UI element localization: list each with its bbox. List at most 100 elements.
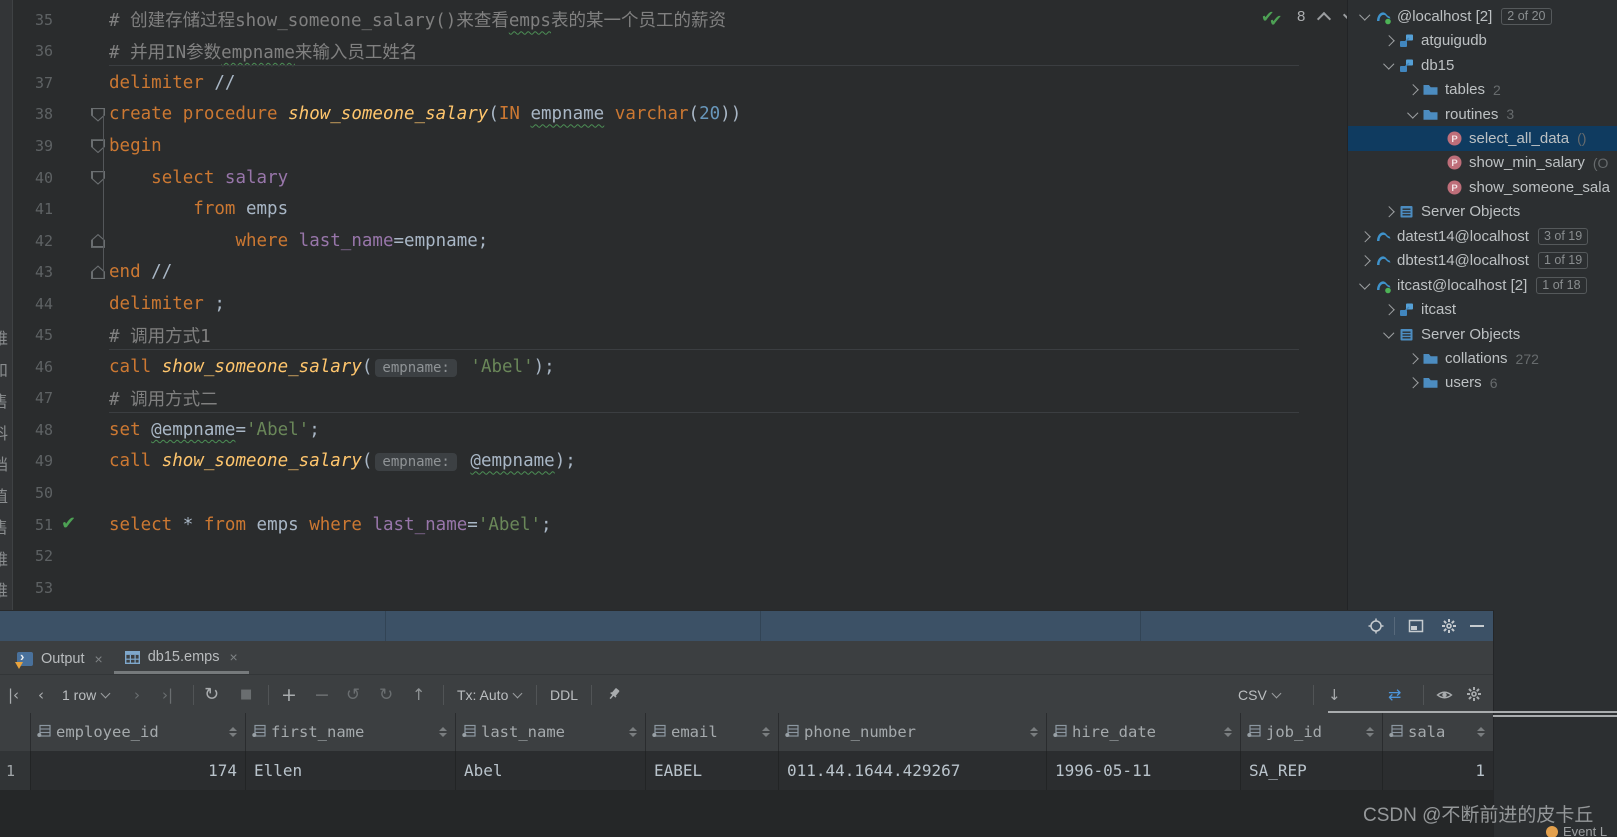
cell-first_name[interactable]: Ellen	[245, 751, 455, 790]
row-count-dropdown[interactable]: 1 row	[62, 675, 109, 714]
code-line[interactable]: 40 select salary	[13, 162, 1347, 194]
cell-email[interactable]: EABEL	[645, 751, 778, 790]
revert-changes-button[interactable]: ↺	[346, 675, 360, 714]
code-line[interactable]: 44delimiter ;	[13, 288, 1347, 320]
pin-icon[interactable]	[606, 686, 622, 702]
close-icon[interactable]: ×	[229, 649, 237, 665]
cell-employee_id[interactable]: 174	[30, 751, 245, 790]
sort-icon[interactable]	[762, 727, 770, 737]
code-line[interactable]: 49call show_someone_salary(empname: @emp…	[13, 446, 1347, 478]
code-line[interactable]: 50	[13, 477, 1347, 509]
code-line[interactable]: 53	[13, 572, 1347, 604]
tree-item-datest14-localhost[interactable]: datest14@localhost3 of 19	[1348, 224, 1617, 248]
tree-item-users[interactable]: users6	[1348, 371, 1617, 395]
tree-item-itcast[interactable]: itcast	[1348, 297, 1617, 321]
column-header-last_name[interactable]: last_name	[455, 713, 645, 751]
code-line[interactable]: 41 from emps	[13, 193, 1347, 225]
tree-item-server-objects[interactable]: Server Objects	[1348, 322, 1617, 346]
event-log-widget[interactable]: Event L	[1546, 824, 1607, 837]
chevron-right-icon[interactable]	[1356, 257, 1374, 265]
reload-data-button[interactable]: ↻	[204, 675, 219, 714]
ddl-button[interactable]: DDL	[550, 675, 578, 714]
column-header-hire_date[interactable]: hire_date	[1046, 713, 1240, 751]
chevron-right-icon[interactable]	[1404, 86, 1422, 94]
add-row-button[interactable]: +	[281, 675, 297, 714]
tree-item-routines[interactable]: routines3	[1348, 102, 1617, 126]
chevron-down-icon[interactable]	[1380, 63, 1398, 68]
chevron-right-icon[interactable]	[1356, 233, 1374, 241]
last-page-button[interactable]: ›|	[162, 675, 173, 714]
grid-settings-gear-icon[interactable]	[1466, 686, 1482, 702]
hide-tool-window-icon[interactable]	[1470, 625, 1484, 627]
code-line[interactable]: 42 where last_name=empname;	[13, 225, 1347, 257]
cell-job_id[interactable]: SA_REP	[1240, 751, 1382, 790]
column-header-employee_id[interactable]: employee_id	[30, 713, 245, 751]
compare-data-icon[interactable]: ⇄	[1388, 675, 1401, 714]
next-page-button[interactable]: ›	[134, 675, 140, 714]
sort-icon[interactable]	[1477, 727, 1485, 737]
tree-item-atguigudb[interactable]: atguigudb	[1348, 28, 1617, 52]
delete-row-button[interactable]: −	[314, 675, 330, 714]
chevron-down-icon[interactable]	[1404, 112, 1422, 117]
sort-icon[interactable]	[439, 727, 447, 737]
code-line[interactable]: 52	[13, 540, 1347, 572]
code-line[interactable]: 35# 创建存储过程show_someone_salary()来查看emps表的…	[13, 4, 1347, 36]
tool-window-header[interactable]	[0, 611, 1493, 641]
code-line[interactable]: 37delimiter //	[13, 67, 1347, 99]
chevron-down-icon[interactable]	[1380, 332, 1398, 337]
chevron-right-icon[interactable]	[1404, 355, 1422, 363]
tx-mode-dropdown[interactable]: Tx: Auto	[457, 675, 521, 714]
code-editor[interactable]: 35# 创建存储过程show_someone_salary()来查看emps表的…	[13, 0, 1347, 610]
code-line[interactable]: 48set @empname='Abel';	[13, 414, 1347, 446]
sort-icon[interactable]	[229, 727, 237, 737]
code-line[interactable]: 47# 调用方式二	[13, 383, 1347, 415]
chevron-right-icon[interactable]	[1380, 37, 1398, 45]
cell-last_name[interactable]: Abel	[455, 751, 645, 790]
tab-output[interactable]: Output ×	[6, 643, 114, 674]
executed-check-icon[interactable]: ✔	[61, 513, 76, 534]
cell-hire_date[interactable]: 1996-05-11	[1046, 751, 1240, 790]
previous-page-button[interactable]: ‹	[38, 675, 44, 714]
column-header-job_id[interactable]: job_id	[1240, 713, 1382, 751]
tree-item-show-someone-sala[interactable]: Pshow_someone_sala	[1348, 175, 1617, 199]
table-row[interactable]: 1 174EllenAbelEABEL011.44.1644.429267199…	[0, 751, 1493, 791]
view-options-eye-icon[interactable]	[1436, 688, 1453, 702]
sort-icon[interactable]	[1224, 727, 1232, 737]
chevron-down-icon[interactable]	[1356, 283, 1374, 288]
tree-item-tables[interactable]: tables2	[1348, 77, 1617, 101]
submit-button[interactable]: ↑	[412, 675, 425, 714]
column-header-email[interactable]: email	[645, 713, 778, 751]
tree-item-collations[interactable]: collations272	[1348, 346, 1617, 370]
code-line[interactable]: 38create procedure show_someone_salary(I…	[13, 99, 1347, 131]
tree-item-server-objects[interactable]: Server Objects	[1348, 200, 1617, 224]
sort-icon[interactable]	[629, 727, 637, 737]
code-line[interactable]: 46call show_someone_salary(empname: 'Abe…	[13, 351, 1347, 383]
code-line[interactable]: 45# 调用方式1	[13, 319, 1347, 351]
chevron-down-icon[interactable]	[1356, 14, 1374, 19]
tree-item-itcast-localhost-2-[interactable]: itcast@localhost [2]1 of 18	[1348, 273, 1617, 297]
row-number-cell[interactable]: 1	[0, 751, 30, 790]
export-format-dropdown[interactable]: CSV	[1238, 675, 1280, 714]
sort-icon[interactable]	[1366, 727, 1374, 737]
gear-icon[interactable]	[1441, 618, 1457, 634]
chevron-right-icon[interactable]	[1404, 379, 1422, 387]
tree-item-show-min-salary[interactable]: Pshow_min_salary(O	[1348, 151, 1617, 175]
sort-icon[interactable]	[1030, 727, 1038, 737]
stop-button[interactable]: ■	[240, 675, 252, 714]
cell-sala[interactable]: 1	[1382, 751, 1493, 790]
tree-item-select-all-data[interactable]: Pselect_all_data()	[1348, 126, 1617, 150]
tree-item--localhost-2-[interactable]: @localhost [2]2 of 20	[1348, 4, 1617, 28]
code-line[interactable]: 39begin	[13, 130, 1347, 162]
preview-changes-button[interactable]: ↻	[379, 675, 393, 714]
tab-db15-emps[interactable]: db15.emps ×	[114, 643, 249, 674]
tree-item-dbtest14-localhost[interactable]: dbtest14@localhost1 of 19	[1348, 249, 1617, 273]
code-line[interactable]: 51✔select * from emps where last_name='A…	[13, 509, 1347, 541]
close-icon[interactable]: ×	[95, 651, 103, 667]
column-header-sala[interactable]: sala	[1382, 713, 1493, 751]
layout-settings-icon[interactable]	[1408, 618, 1424, 634]
scroll-to-source-icon[interactable]	[1368, 618, 1384, 634]
chevron-right-icon[interactable]	[1380, 306, 1398, 314]
column-header-first_name[interactable]: first_name	[245, 713, 455, 751]
first-page-button[interactable]: |‹	[8, 675, 19, 714]
column-header-phone_number[interactable]: phone_number	[778, 713, 1046, 751]
